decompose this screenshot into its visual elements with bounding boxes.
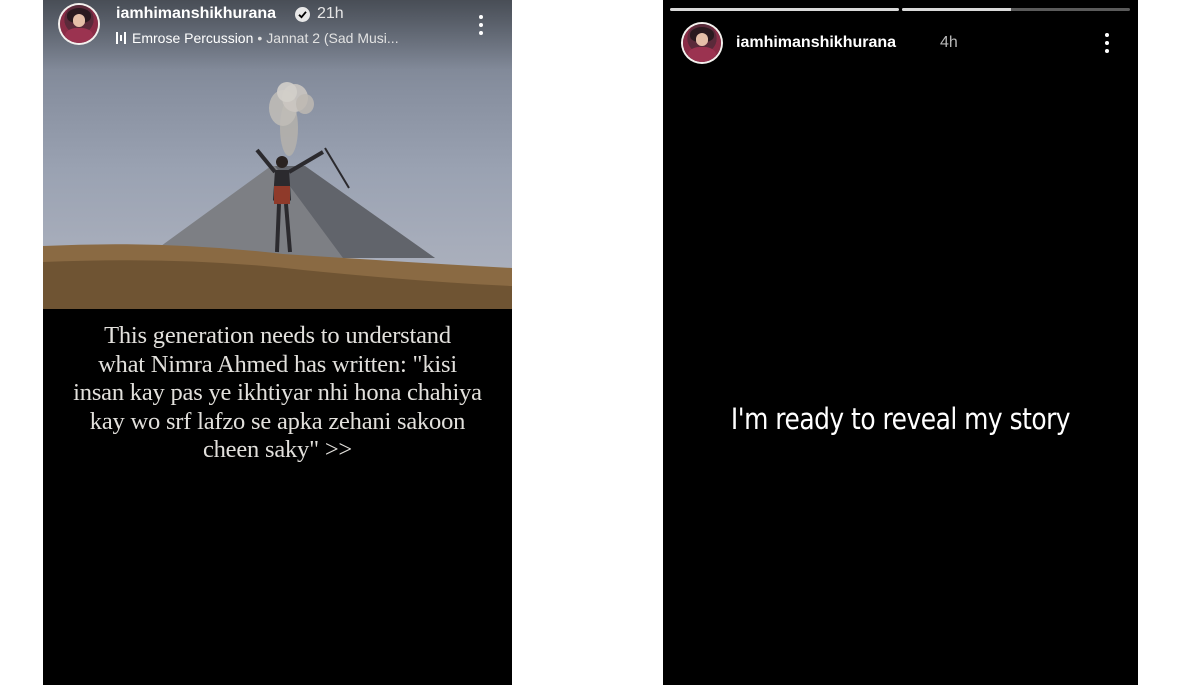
story-progress-bar-1: [670, 8, 899, 11]
avatar-dress: [64, 27, 94, 43]
caption-line: This generation needs to understand: [104, 322, 451, 349]
more-vertical-icon[interactable]: [1102, 31, 1112, 55]
story-text: I'm ready to reveal my story: [730, 402, 1071, 436]
avatar-face: [695, 33, 709, 47]
avatar-face: [72, 14, 86, 28]
caption-line: insan kay pas ye ikhtiyar nhi hona chahi…: [73, 379, 482, 406]
profile-avatar[interactable]: [60, 5, 98, 43]
music-song: Jannat 2 (Sad Musi...: [266, 30, 399, 46]
story-progress-fill: [902, 8, 1012, 11]
post-time: 4h: [940, 34, 958, 51]
checkmark-icon: [298, 11, 307, 19]
username[interactable]: iamhimanshikhurana: [116, 5, 276, 23]
story-left[interactable]: iamhimanshikhurana 21h Emrose Percussion…: [43, 0, 512, 685]
username[interactable]: iamhimanshikhurana: [736, 34, 896, 52]
story-caption: This generation needs to understand what…: [43, 322, 512, 465]
story-progress-bar-2: [902, 8, 1130, 11]
music-separator: •: [257, 30, 263, 46]
music-attribution[interactable]: Emrose Percussion • Jannat 2 (Sad Musi..…: [116, 29, 399, 47]
caption-line: kay wo srf lafzo se apka zehani sakoon: [89, 407, 466, 435]
music-artist: Emrose Percussion: [132, 30, 254, 46]
music-bars-icon: [116, 32, 126, 44]
avatar-dress: [687, 46, 717, 62]
more-vertical-icon[interactable]: [476, 13, 486, 37]
verified-badge-icon: [295, 7, 310, 22]
story-right[interactable]: iamhimanshikhurana 4h I'm ready to revea…: [663, 0, 1138, 685]
caption-line: cheen saky" >>: [202, 436, 353, 463]
profile-avatar[interactable]: [683, 24, 721, 62]
post-time: 21h: [317, 5, 344, 22]
caption-line: what Nimra Ahmed has written: "kisi: [98, 350, 457, 378]
